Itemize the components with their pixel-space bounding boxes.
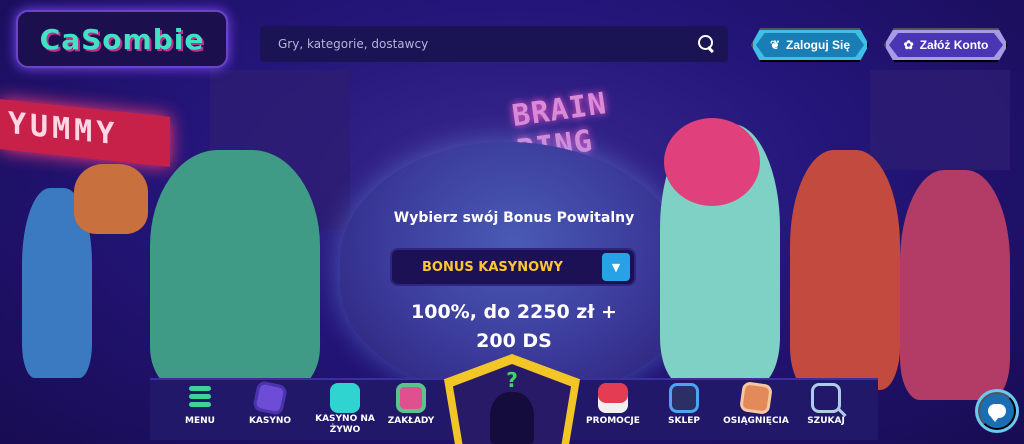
nav-label: SKLEP [668,416,700,426]
zombie-chef-illustration [150,150,320,390]
nav-item-shop[interactable]: SKLEP [649,380,719,442]
magnifier-icon [811,383,841,413]
login-label: Zaloguj Się [786,38,851,52]
zombie-skater-illustration [790,150,900,390]
brain-icon: ❦ [769,38,781,52]
chat-icon [988,404,1006,422]
burger-illustration [74,164,148,234]
gift-icon [598,383,628,413]
nav-label: KASYNO NA ŻYWO [315,414,375,435]
nav-label: ZAKŁADY [387,416,435,426]
register-button[interactable]: ✿ Załóż Konto [884,28,1008,62]
bonus-select-value: BONUS KASYNOWY [422,259,563,275]
skull-icon [669,383,699,413]
chat-button[interactable] [978,392,1016,430]
nav-item-promotions[interactable]: PROMOCJE [578,380,648,442]
login-button[interactable]: ❦ Zaloguj Się [751,28,869,62]
background-building [870,70,1010,170]
search-input[interactable] [278,37,698,51]
bowtie-icon [330,383,360,413]
search-bar[interactable] [260,26,728,62]
nav-item-sports[interactable]: ZAKŁADY [376,380,446,442]
chevron-down-icon[interactable]: ▼ [602,253,630,281]
yummy-neon-sign: YUMMY [0,99,170,167]
nav-item-search[interactable]: SZUKAJ [791,380,861,442]
character-silhouette [490,392,534,444]
dice-icon [252,380,288,416]
login-button-content: ❦ Zaloguj Się [770,38,850,52]
nav-label: SZUKAJ [807,416,845,426]
logo-text: CaSombie [39,22,205,56]
bonus-type-select[interactable]: BONUS KASYNOWY ▼ [392,250,634,284]
nav-label: OSIĄGNIĘCIA [723,416,789,426]
nav-item-achievements[interactable]: OSIĄGNIĘCIA [716,380,796,442]
nav-label: MENU [185,416,215,426]
zombie-woman-illustration [900,170,1010,400]
offer-line-2: 200 DS [476,330,552,352]
register-label: Załóż Konto [919,38,989,52]
nav-item-casino[interactable]: KASYNO [235,380,305,442]
box-icon [739,381,773,415]
register-button-content: ✿ Załóż Konto [904,38,989,52]
menu-icon [185,383,215,413]
paw-icon: ✿ [903,38,914,52]
welcome-bonus-title: Wybierz swój Bonus Powitalny [393,210,635,226]
nav-label: KASYNO [248,416,292,426]
nav-item-live-casino[interactable]: KASYNO NA ŻYWO [310,380,380,442]
nav-label: PROMOCJE [586,416,640,426]
nurse-hair-illustration [664,118,760,206]
ball-icon [396,383,426,413]
search-icon[interactable] [698,35,716,53]
bonus-offer: 100%, do 2250 zł + 200 DS [340,298,688,356]
nav-item-menu[interactable]: MENU [165,380,235,442]
casombie-logo[interactable]: CaSombie [16,10,228,68]
offer-line-1: 100%, do 2250 zł + [411,301,617,323]
